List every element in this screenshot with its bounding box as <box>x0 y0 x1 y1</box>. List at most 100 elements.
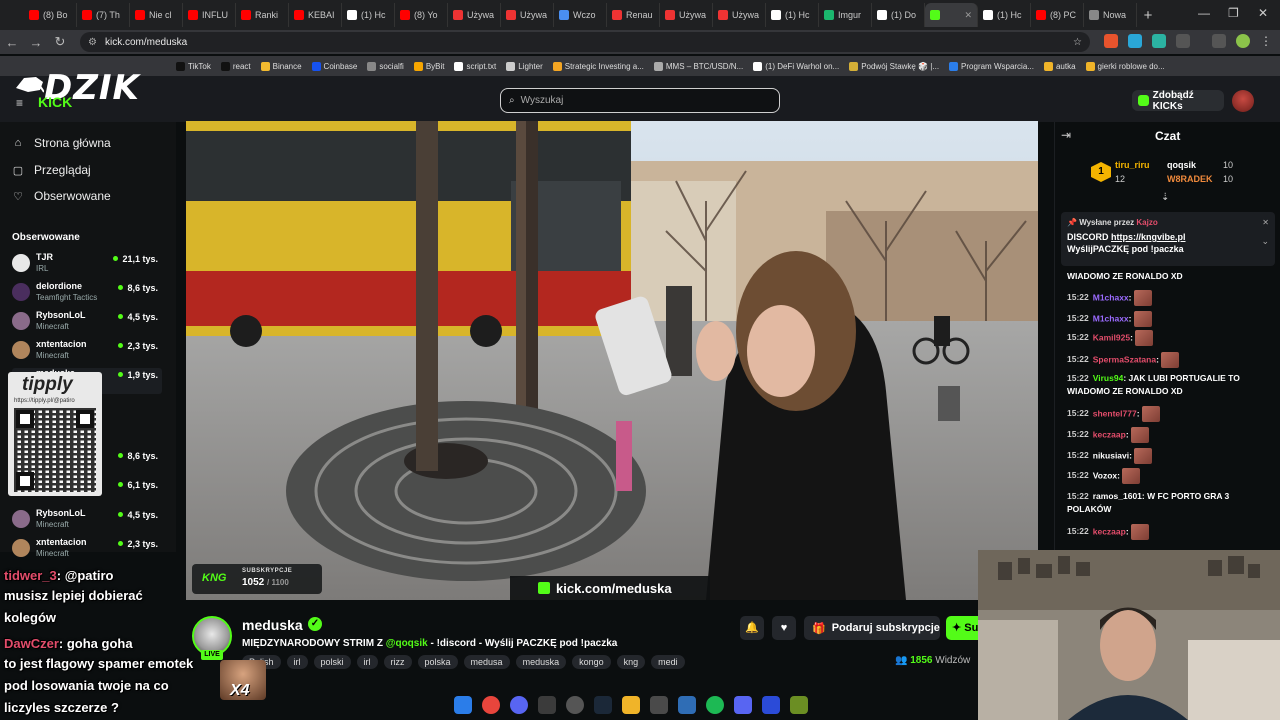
expand-leaderboard-icon[interactable]: ⇣ <box>1161 192 1169 203</box>
browser-tab[interactable]: (7) Th <box>77 3 130 27</box>
notification-bell-icon[interactable]: 🔔 <box>740 616 764 640</box>
app-icon[interactable] <box>762 696 780 714</box>
stream-tag[interactable]: medi <box>651 655 685 669</box>
bookmark-star-icon[interactable]: ☆ <box>1073 37 1082 48</box>
browser-tab[interactable]: (8) Bo <box>24 3 77 27</box>
chevron-down-icon[interactable]: ⌄ <box>1261 236 1269 247</box>
reading-list-icon[interactable] <box>1212 34 1226 48</box>
browser-tab[interactable]: ✕ <box>925 3 978 27</box>
browser-tab[interactable]: (1) Hc <box>766 3 819 27</box>
sidebar-channel[interactable]: TJR IRL 21,1 tys. <box>12 252 162 278</box>
browser-tab[interactable]: Imgur <box>819 3 872 27</box>
site-info-icon[interactable]: ⚙ <box>88 37 97 48</box>
extension-icon[interactable] <box>1152 34 1166 48</box>
message-username[interactable]: shentel777 <box>1093 408 1137 418</box>
sidebar-channel[interactable]: xntentacion Minecraft 2,3 tys. <box>12 537 162 563</box>
message-username[interactable]: Kamil925 <box>1093 332 1130 342</box>
message-username[interactable]: Vozox <box>1093 470 1117 480</box>
browser-tab[interactable]: Nie cl <box>130 3 183 27</box>
nav-following[interactable]: ♡ Obserwowane <box>12 189 111 203</box>
close-window-icon[interactable]: ✕ <box>1258 6 1268 20</box>
browser-tab[interactable]: Używa <box>501 3 554 27</box>
browser-tab[interactable]: Wczo <box>554 3 607 27</box>
browser-tab[interactable]: KEBAI <box>289 3 342 27</box>
bookmark-item[interactable]: Strategic Investing a... <box>552 61 644 71</box>
windows-start-icon[interactable] <box>454 696 472 714</box>
bookmark-item[interactable]: (1) DeFi Warhol on... <box>753 61 839 71</box>
message-username[interactable]: ramos_1601 <box>1093 491 1142 501</box>
sidebar-channel[interactable]: delordione Teamfight Tactics 8,6 tys. <box>12 281 162 307</box>
message-username[interactable]: M1chaxx <box>1093 292 1129 302</box>
browser-tab[interactable]: Renau <box>607 3 660 27</box>
stream-tag[interactable]: polski <box>313 655 351 669</box>
app-icon[interactable] <box>650 696 668 714</box>
browser-tab[interactable]: Nowa <box>1084 3 1137 27</box>
message-username[interactable]: nikusiavi <box>1093 450 1129 460</box>
app-icon[interactable] <box>734 696 752 714</box>
streamer-name[interactable]: meduska <box>242 617 303 633</box>
site-logo[interactable]: DZIK KICK <box>14 68 174 112</box>
minimize-icon[interactable]: — <box>1198 6 1210 20</box>
app-icon[interactable] <box>538 696 556 714</box>
message-username[interactable]: M1chaxx <box>1093 313 1129 323</box>
sidebar-channel[interactable]: RybsonLoL Minecraft 4,5 tys. <box>12 310 162 336</box>
video-player[interactable] <box>186 121 1038 600</box>
message-username[interactable]: keczaap <box>1093 526 1126 536</box>
browser-tab[interactable]: Używa <box>713 3 766 27</box>
extensions-puzzle-icon[interactable] <box>1176 34 1190 48</box>
bookmark-item[interactable]: Program Wsparcia... <box>949 61 1034 71</box>
bookmark-item[interactable]: MMS – BTC/USD/N... <box>653 61 743 71</box>
sidebar-channel[interactable]: RybsonLoL Minecraft 4,5 tys. <box>12 508 162 534</box>
browser-tab[interactable]: (1) Hc <box>978 3 1031 27</box>
stream-tag[interactable]: irl <box>356 655 378 669</box>
bookmark-item[interactable]: Binance <box>260 61 302 71</box>
browser-tab[interactable]: (1) Do <box>872 3 925 27</box>
bookmark-item[interactable]: Coinbase <box>311 61 357 71</box>
back-icon[interactable]: ← <box>0 35 24 50</box>
stream-tag[interactable]: kongo <box>572 655 611 669</box>
bookmark-item[interactable]: Podwój Stawkę 🎲 |... <box>849 61 939 71</box>
pinned-link[interactable]: https://kngvibe.pl <box>1111 232 1186 242</box>
browser-tab[interactable]: Używa <box>660 3 713 27</box>
app-icon[interactable] <box>790 696 808 714</box>
bookmark-item[interactable]: react <box>220 61 251 71</box>
profile-avatar[interactable] <box>1236 34 1250 48</box>
bookmark-item[interactable]: Lighter <box>506 61 543 71</box>
browser-tab[interactable]: (8) Yo <box>395 3 448 27</box>
url-bar[interactable]: ⚙ kick.com/meduska ☆ <box>80 32 1090 52</box>
reload-icon[interactable]: ↻ <box>48 34 72 50</box>
stream-tag[interactable]: medusa <box>463 655 510 669</box>
subscribe-button[interactable]: ✦ Su <box>946 616 978 640</box>
unpin-icon[interactable]: ✕ <box>1262 218 1269 227</box>
bookmark-item[interactable]: gierki roblowe do... <box>1085 61 1165 71</box>
app-icon[interactable] <box>678 696 696 714</box>
bookmark-item[interactable]: ByBit <box>413 61 444 71</box>
menu-hamburger-icon[interactable]: ≡ <box>16 96 23 110</box>
message-username[interactable]: Virus94 <box>1093 373 1124 383</box>
stream-tag[interactable]: irl <box>286 655 308 669</box>
new-tab-button[interactable]: + <box>1137 7 1159 24</box>
bookmark-item[interactable]: socialfi <box>367 61 404 71</box>
sidebar-channel[interactable]: xntentacion Minecraft 2,3 tys. <box>12 339 162 365</box>
browser-tab[interactable]: Używa <box>448 3 501 27</box>
nav-home[interactable]: ⌂ Strona główna <box>12 136 111 150</box>
bookmark-item[interactable]: script.txt <box>454 61 496 71</box>
maximize-icon[interactable]: ❐ <box>1228 6 1239 20</box>
title-mention[interactable]: @qoqsik <box>386 638 428 649</box>
user-avatar[interactable] <box>1232 90 1254 112</box>
extension-icon[interactable] <box>1128 34 1142 48</box>
bookmark-item[interactable]: TikTok <box>176 61 211 71</box>
stream-tag[interactable]: meduska <box>515 655 567 669</box>
stream-tag[interactable]: kng <box>616 655 646 669</box>
close-tab-icon[interactable]: ✕ <box>964 10 972 21</box>
bookmark-item[interactable]: autka <box>1043 61 1076 71</box>
browser-tab[interactable]: (8) PC <box>1031 3 1084 27</box>
stream-tag[interactable]: polska <box>417 655 458 669</box>
spotify-icon[interactable] <box>706 696 724 714</box>
steam-icon[interactable] <box>594 696 612 714</box>
extension-icon[interactable] <box>1104 34 1118 48</box>
browser-tab[interactable]: Ranki <box>236 3 289 27</box>
stream-tag[interactable]: rizz <box>383 655 412 669</box>
message-username[interactable]: SpermaSzatana <box>1093 354 1156 364</box>
search-input[interactable]: ⌕ Wyszukaj <box>500 88 780 113</box>
